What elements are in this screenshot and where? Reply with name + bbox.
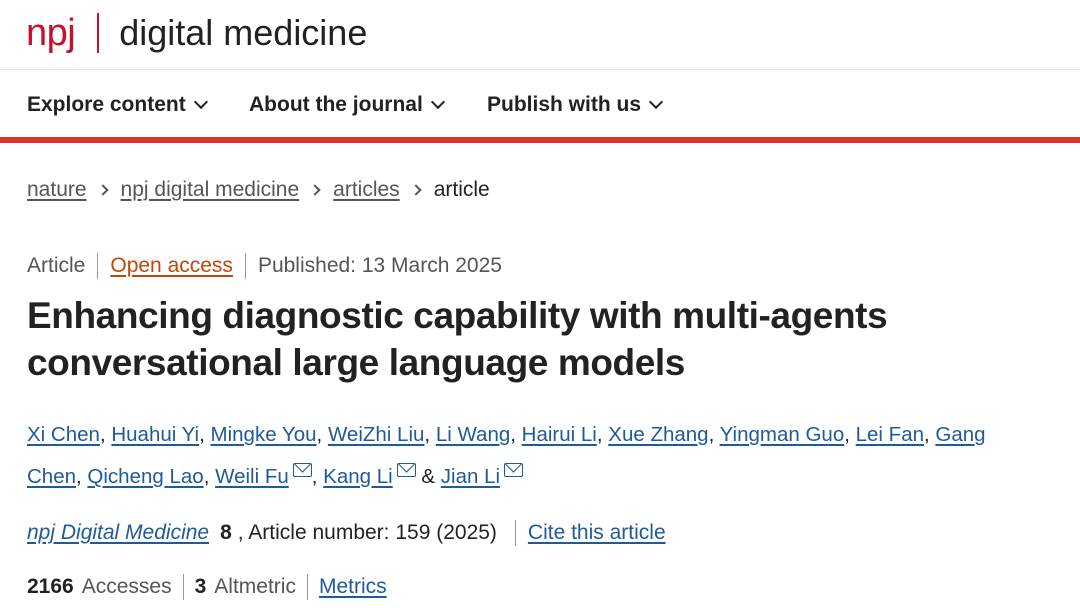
chevron-right-icon [309, 184, 321, 196]
breadcrumb-link-articles[interactable]: articles [333, 178, 400, 202]
chevron-down-icon [193, 94, 208, 110]
journal-link[interactable]: npj Digital Medicine [27, 521, 209, 545]
breadcrumb-link-journal[interactable]: npj digital medicine [121, 178, 300, 202]
author-list: Xi Chen, Huahui Yi, Mingke You, WeiZhi L… [27, 423, 986, 488]
author-link[interactable]: Chen [27, 465, 76, 488]
main-nav: Explore content About the journal Publis… [0, 71, 1080, 143]
author-link[interactable]: Jian Li [441, 465, 500, 488]
nav-about-the-journal[interactable]: About the journal [249, 93, 445, 117]
journal-name: digital medicine [119, 12, 368, 53]
mail-icon[interactable] [292, 463, 312, 477]
breadcrumb-link-nature[interactable]: nature [27, 178, 87, 202]
chevron-right-icon [410, 184, 422, 196]
author-link[interactable]: Mingke You [211, 423, 317, 446]
open-access-link[interactable]: Open access [110, 254, 233, 278]
author-link[interactable]: Xue Zhang [608, 423, 708, 446]
divider [97, 253, 99, 279]
article-title-line-1: Enhancing diagnostic capability with mul… [27, 295, 888, 336]
cite-this-article-link[interactable]: Cite this article [528, 521, 666, 545]
citation-line: npj Digital Medicine 8 , Article number:… [27, 520, 666, 546]
divider [306, 574, 308, 600]
author-link[interactable]: WeiZhi Liu [328, 423, 424, 446]
article-number: , Article number: 159 (2025) [237, 521, 497, 544]
mail-icon[interactable] [504, 463, 524, 477]
article-type: Article [27, 254, 86, 277]
author-link[interactable]: Huahui Yi [111, 423, 199, 446]
nav-explore-content-label: Explore content [27, 93, 186, 116]
author-link[interactable]: Xi Chen [27, 423, 100, 446]
chevron-right-icon [96, 184, 109, 196]
nav-publish-with-us-label: Publish with us [487, 93, 642, 116]
altmetric-label: Altmetric [214, 575, 296, 598]
chevron-down-icon [648, 94, 664, 110]
author-link[interactable]: Gang [935, 423, 985, 446]
author-link[interactable]: Hairui Li [522, 423, 597, 446]
metrics-link[interactable]: Metrics [319, 575, 387, 599]
masthead: npj digital medicine [0, 0, 1080, 70]
author-link[interactable]: Yingman Guo [720, 423, 845, 446]
author-link[interactable]: Qicheng Lao [87, 465, 203, 488]
nav-about-the-journal-label: About the journal [249, 93, 423, 116]
author-link[interactable]: Lei Fan [856, 423, 924, 446]
altmetric-count: 3 [194, 575, 207, 598]
author-link[interactable]: Weili Fu [215, 465, 289, 488]
chevron-down-icon [430, 94, 445, 110]
article-title-line-2: conversational large language models [27, 342, 685, 383]
logo-divider [97, 13, 100, 53]
author-link[interactable]: Kang Li [323, 465, 393, 488]
divider [182, 574, 184, 600]
mail-icon[interactable] [396, 463, 416, 477]
nav-explore-content[interactable]: Explore content [27, 93, 208, 117]
nav-publish-with-us[interactable]: Publish with us [487, 93, 664, 117]
breadcrumb: nature npj digital medicine articles art… [27, 178, 490, 202]
npj-logo-mark: npj [26, 12, 76, 54]
article-meta: Article Open access Published: 13 March … [27, 253, 502, 279]
metrics-bar: 2166 Accesses 3 Altmetric Metrics [27, 574, 387, 600]
accesses-count: 2166 [27, 575, 74, 598]
author-ampersand: & [421, 465, 436, 488]
breadcrumb-current: article [433, 178, 490, 201]
volume-number: 8 [220, 521, 232, 544]
journal-logo[interactable]: npj digital medicine [26, 10, 367, 56]
accesses-label: Accesses [81, 575, 172, 598]
author-link[interactable]: Li Wang [436, 423, 510, 446]
published-date: Published: 13 March 2025 [257, 254, 502, 277]
article-title: Enhancing diagnostic capability with mul… [27, 292, 1067, 386]
divider [514, 520, 516, 546]
divider [244, 253, 246, 279]
